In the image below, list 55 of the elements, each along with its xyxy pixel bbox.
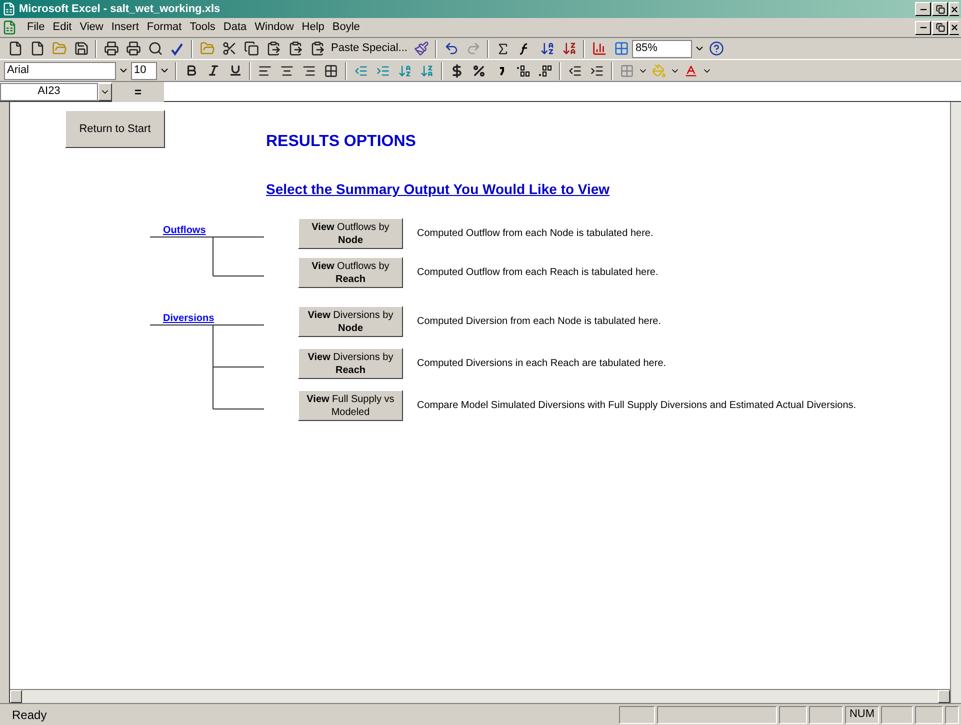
restore-icon — [936, 4, 944, 14]
option-description: Compare Model Simulated Diversions with Full Supply Diversions and Estimated Actual Diversions. — [417, 399, 856, 413]
restore-button[interactable] — [932, 20, 948, 34]
group-label[interactable]: Outflows — [163, 223, 206, 238]
close-icon — [950, 4, 959, 14]
results-heading: RESULTS OPTIONS — [266, 132, 417, 152]
status-panel — [915, 706, 943, 724]
close-button[interactable] — [949, 2, 959, 16]
status-panel — [619, 706, 655, 724]
return-to-start-button[interactable]: Return to Start — [65, 110, 165, 148]
workbook-icon — [2, 20, 17, 35]
minimize-button[interactable] — [915, 20, 931, 34]
close-icon — [950, 23, 959, 32]
status-panel — [779, 706, 807, 724]
vertical-scrollbar[interactable] — [950, 102, 961, 703]
status-panel — [809, 706, 843, 724]
view-button[interactable]: View Outflows by Reach — [298, 257, 403, 288]
menu-item[interactable]: Data — [219, 19, 251, 36]
formula-equals: = — [134, 84, 142, 100]
menu-item[interactable]: Tools — [186, 19, 220, 36]
view-button[interactable]: View Diversions by Node — [298, 306, 403, 337]
menu-item[interactable]: Edit — [48, 19, 76, 36]
status-panel — [945, 706, 959, 724]
spreadsheet-icon — [2, 2, 16, 16]
menu-item[interactable]: Help — [298, 19, 328, 36]
zoom-field[interactable]: 85% — [632, 40, 692, 58]
restore-icon — [936, 23, 944, 32]
menu-item[interactable]: Boyle — [328, 19, 364, 36]
close-button[interactable] — [949, 20, 959, 34]
name-box-dropdown[interactable] — [98, 82, 112, 100]
menu-item[interactable]: File — [23, 19, 49, 36]
font-field[interactable]: Arial — [4, 62, 116, 80]
minimize-button[interactable] — [915, 2, 931, 16]
window-title: Microsoft Excel - salt_wet_working.xls — [19, 2, 222, 17]
status-text: Ready — [12, 706, 48, 724]
option-description: Computed Outflow from each Node is tabulated here. — [417, 227, 654, 241]
group-label[interactable]: Diversions — [163, 311, 214, 326]
menu-item[interactable]: Format — [142, 19, 186, 36]
view-button[interactable]: View Full Supply vs Modeled — [298, 390, 403, 421]
paste-special-button[interactable]: Paste Special... — [328, 40, 410, 57]
option-description: Computed Outflow from each Reach is tabulated here. — [417, 266, 658, 280]
menu-item[interactable]: Window — [250, 19, 298, 36]
num-lock-indicator: NUM — [845, 706, 879, 724]
option-description: Computed Diversions in each Reach are tabulated here. — [417, 357, 666, 371]
view-button[interactable]: View Outflows by Node — [298, 218, 403, 249]
menu-item[interactable]: Insert — [107, 19, 143, 36]
font-size-field[interactable]: 10 — [131, 62, 157, 80]
restore-button[interactable] — [932, 2, 948, 16]
view-button[interactable]: View Diversions by Reach — [298, 348, 403, 379]
horizontal-scrollbar[interactable] — [10, 689, 950, 703]
option-description: Computed Diversion from each Node is tabulated here. — [417, 315, 662, 329]
name-box[interactable]: AI23 — [0, 82, 98, 100]
status-panel — [881, 706, 913, 724]
menu-item[interactable]: View — [76, 19, 108, 36]
summary-output-link[interactable]: Select the Summary Output You Would Like to View — [266, 179, 610, 200]
